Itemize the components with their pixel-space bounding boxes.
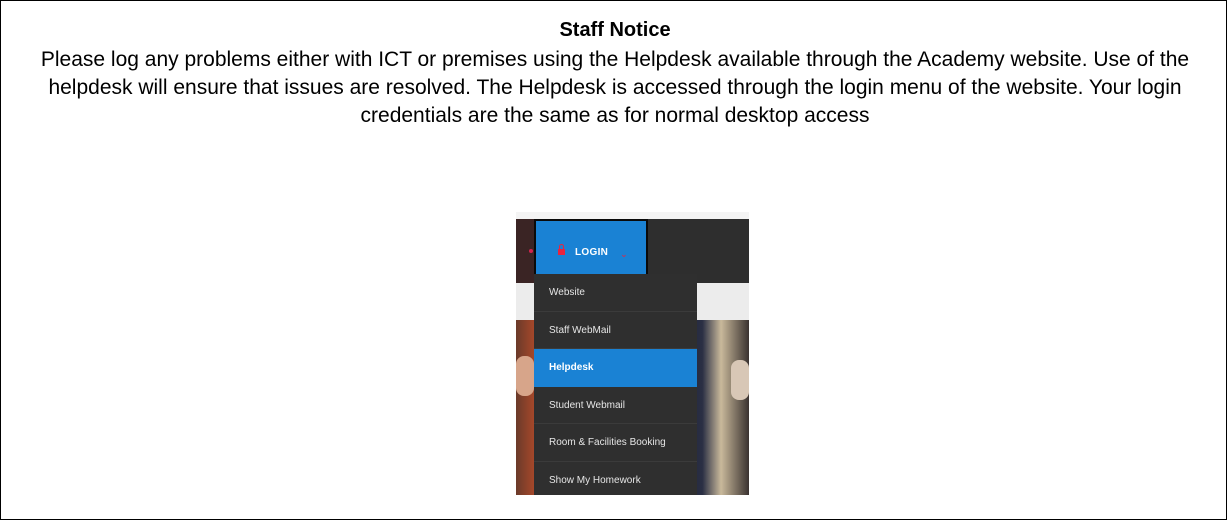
notice-title: Staff Notice bbox=[559, 19, 671, 41]
nav-previous-item bbox=[516, 219, 534, 284]
notice-body: Please log any problems either with ICT … bbox=[40, 48, 1190, 127]
chevron-down-icon: ⌄ bbox=[620, 248, 628, 259]
menu-item-helpdesk[interactable]: Helpdesk bbox=[534, 349, 697, 387]
menu-item-staff-webmail[interactable]: Staff WebMail bbox=[534, 312, 697, 349]
login-menu-screenshot: LOGIN ⌄ Website Staff WebMail Helpdesk S… bbox=[516, 212, 749, 495]
menu-item-show-my-homework[interactable]: Show My Homework bbox=[534, 462, 697, 496]
photo-person-right bbox=[731, 360, 749, 400]
photo-person-left bbox=[516, 356, 534, 396]
menu-item-student-webmail[interactable]: Student Webmail bbox=[534, 387, 697, 424]
lock-icon bbox=[558, 243, 565, 257]
nav-dot-icon bbox=[529, 249, 533, 253]
top-strip bbox=[516, 212, 749, 219]
login-label: LOGIN bbox=[575, 246, 609, 258]
menu-item-room-facilities-booking[interactable]: Room & Facilities Booking bbox=[534, 424, 697, 462]
menu-item-website[interactable]: Website bbox=[534, 274, 697, 312]
login-dropdown-menu: Website Staff WebMail Helpdesk Student W… bbox=[534, 274, 697, 495]
